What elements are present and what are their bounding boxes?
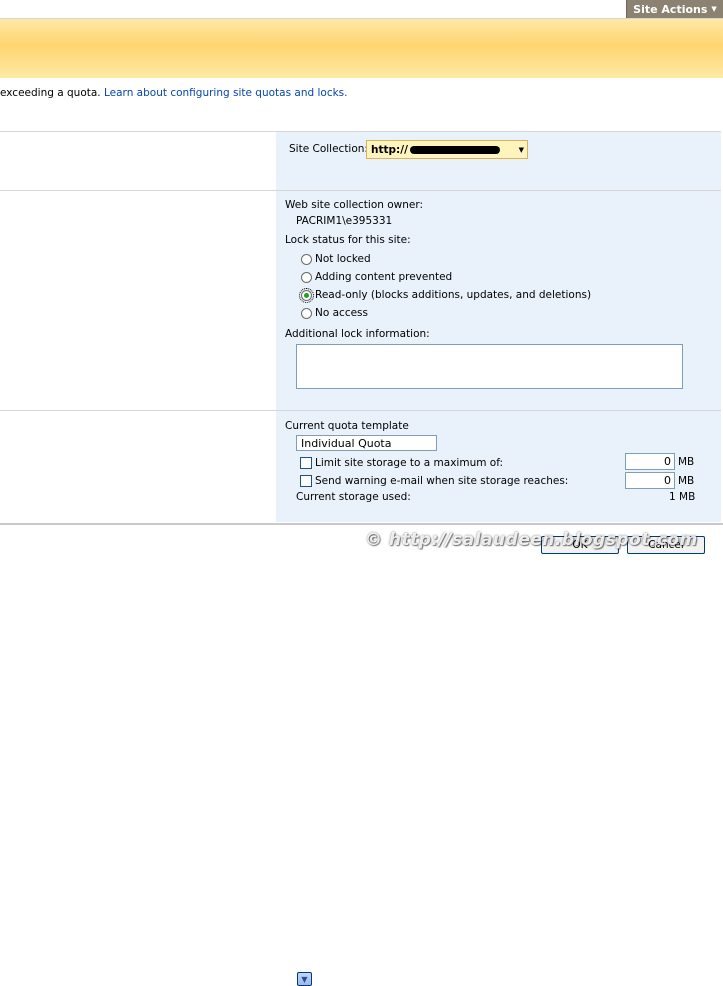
quota-template-label: Current quota template (285, 420, 409, 432)
warning-email-option[interactable]: Send warning e-mail when site storage re… (300, 475, 568, 487)
help-link[interactable]: Learn about configuring site quotas and … (104, 87, 348, 99)
limit-storage-label: Limit site storage to a maximum of: (315, 457, 504, 469)
site-collection-url: http:// (371, 143, 408, 156)
redacted-url (409, 145, 500, 154)
site-collection-selector[interactable]: http:// ▼ (366, 140, 528, 159)
storage-used-label: Current storage used: (296, 491, 411, 503)
limit-storage-option[interactable]: Limit site storage to a maximum of: (300, 457, 503, 469)
site-collection-label: Site Collection: (289, 143, 368, 155)
warning-storage-unit: MB (678, 475, 695, 487)
chevron-down-icon[interactable]: ▼ (297, 972, 312, 986)
radio-adding-content-prevented[interactable]: Adding content prevented (301, 271, 452, 283)
title-banner (0, 19, 723, 78)
site-actions-label: Site Actions (633, 2, 708, 16)
owner-label: Web site collection owner: (285, 199, 424, 211)
limit-storage-unit: MB (678, 456, 695, 468)
top-bar: Site Actions ▼ (0, 0, 723, 19)
additional-lock-textarea[interactable] (296, 344, 683, 389)
storage-used-value: 1 MB (669, 491, 696, 503)
additional-lock-label: Additional lock information: (285, 328, 430, 340)
quota-template-select[interactable]: Individual Quota ▼ (296, 435, 437, 986)
radio-no-access[interactable]: No access (301, 307, 368, 319)
radio-label: Not locked (315, 253, 371, 265)
warning-email-checkbox[interactable] (300, 475, 312, 487)
limit-storage-input[interactable]: 0 (625, 453, 675, 470)
section-divider (0, 410, 721, 411)
radio-button[interactable] (301, 271, 312, 283)
intro-text: exceeding a quota. Learn about configuri… (0, 87, 348, 99)
watermark: © http://salaudeen.blogspot.com (365, 530, 698, 550)
footer-divider (0, 523, 723, 525)
radio-label: Read-only (blocks additions, updates, an… (315, 289, 592, 301)
radio-read-only[interactable]: Read-only (blocks additions, updates, an… (299, 287, 592, 303)
radio-button-selected[interactable] (299, 287, 314, 303)
warning-email-label: Send warning e-mail when site storage re… (315, 475, 569, 487)
chevron-down-icon: ▼ (518, 145, 524, 154)
warning-storage-input[interactable]: 0 (625, 472, 675, 489)
quota-template-value: Individual Quota (301, 436, 392, 450)
limit-storage-checkbox[interactable] (300, 457, 312, 469)
intro-description: exceeding a quota. (0, 87, 101, 99)
radio-label: No access (315, 307, 368, 319)
owner-value: PACRIM1\e395331 (296, 215, 393, 227)
site-actions-menu[interactable]: Site Actions ▼ (626, 0, 723, 18)
radio-not-locked[interactable]: Not locked (301, 253, 371, 265)
section-divider (0, 190, 721, 191)
chevron-down-icon: ▼ (711, 5, 717, 13)
lock-status-label: Lock status for this site: (285, 234, 411, 246)
radio-button[interactable] (301, 307, 312, 319)
radio-dot-icon (304, 292, 309, 298)
radio-label: Adding content prevented (315, 271, 453, 283)
radio-button[interactable] (301, 253, 312, 265)
